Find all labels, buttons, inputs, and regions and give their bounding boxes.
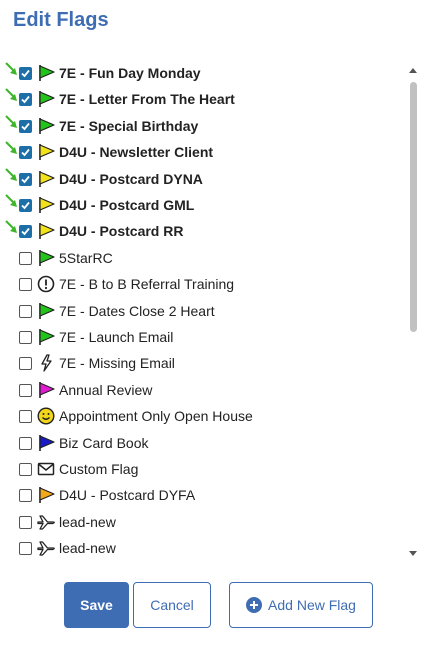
flag-label: D4U - Postcard GML xyxy=(59,197,195,213)
dialog-title: Edit Flags xyxy=(13,9,109,31)
flag-checkbox[interactable] xyxy=(19,172,32,186)
flag-row[interactable]: 7E - Missing Email xyxy=(0,351,405,377)
flag-row[interactable]: 7E - Dates Close 2 Heart xyxy=(0,299,405,325)
flag-checkbox[interactable] xyxy=(19,225,32,239)
flag-label: 7E - Missing Email xyxy=(59,355,175,372)
flag-row[interactable]: 7E - Launch Email xyxy=(0,325,405,351)
airplane-icon xyxy=(37,539,57,557)
add-new-flag-label: Add New Flag xyxy=(268,597,356,613)
exclamation-circle-icon xyxy=(37,275,57,293)
flag-icon xyxy=(37,64,57,82)
flag-icon xyxy=(37,249,57,267)
flag-label: D4U - Postcard DYFA xyxy=(59,487,196,504)
flag-row[interactable]: 7E - Special Birthday xyxy=(0,114,405,140)
flag-checkbox[interactable] xyxy=(19,304,32,318)
flag-checkbox[interactable] xyxy=(19,93,32,107)
flag-label: 7E - Dates Close 2 Heart xyxy=(59,302,215,319)
flag-icon xyxy=(37,328,57,346)
scrollbar-thumb[interactable] xyxy=(410,82,417,332)
flag-row[interactable]: 7E - Letter From The Heart xyxy=(0,87,405,113)
flag-icon xyxy=(37,170,57,188)
flag-label: D4U - Postcard RR xyxy=(59,223,184,240)
flag-row[interactable]: D4U - Postcard RR xyxy=(0,219,405,245)
flag-icon xyxy=(37,143,57,161)
flag-row[interactable]: Custom Flag xyxy=(0,457,405,483)
flag-checkbox[interactable] xyxy=(19,515,32,529)
flag-label: D4U - Postcard DYNA xyxy=(59,170,203,187)
flag-checkbox[interactable] xyxy=(19,383,32,397)
flag-label: 7E - Launch Email xyxy=(59,329,174,345)
flag-checkbox[interactable] xyxy=(19,251,32,265)
flag-row[interactable]: 7E - Fun Day Monday xyxy=(0,61,405,87)
flag-checkbox[interactable] xyxy=(19,146,32,160)
smiley-icon xyxy=(37,407,57,425)
airplane-icon xyxy=(37,513,57,531)
flag-checkbox[interactable] xyxy=(19,331,32,344)
flag-checkbox[interactable] xyxy=(19,119,32,133)
flag-label: Custom Flag xyxy=(59,461,139,477)
flag-checkbox[interactable] xyxy=(19,410,32,424)
flag-label: lead-new xyxy=(59,513,116,530)
cancel-button[interactable]: Cancel xyxy=(133,582,211,628)
flag-checkbox[interactable] xyxy=(19,199,32,212)
flag-row[interactable]: lead-new xyxy=(0,536,405,562)
flag-checkbox[interactable] xyxy=(19,357,32,371)
flag-label: D4U - Newsletter Client xyxy=(59,144,214,161)
flag-label: 5StarRC xyxy=(59,249,113,266)
flag-row[interactable]: Biz Card Book xyxy=(0,431,405,457)
flag-checkbox[interactable] xyxy=(19,67,32,80)
flag-row[interactable]: D4U - Newsletter Client xyxy=(0,140,405,166)
flag-label: Appointment Only Open House xyxy=(59,408,253,425)
flag-label: 7E - Letter From The Heart xyxy=(59,91,235,108)
flag-icon xyxy=(37,196,57,214)
save-button[interactable]: Save xyxy=(64,582,129,628)
flag-label: lead-new xyxy=(59,540,116,557)
flag-label: 7E - B to B Referral Training xyxy=(59,276,235,293)
flag-checkbox[interactable] xyxy=(19,436,32,450)
flag-checkbox[interactable] xyxy=(19,542,32,556)
flag-icon xyxy=(37,90,57,108)
flag-row[interactable]: D4U - Postcard GML xyxy=(0,193,405,219)
flag-icon xyxy=(37,486,57,504)
flag-row[interactable]: D4U - Postcard DYFA xyxy=(0,483,405,509)
flag-checkbox[interactable] xyxy=(19,489,32,503)
flag-row[interactable]: Appointment Only Open House xyxy=(0,404,405,430)
flag-row[interactable]: 5StarRC xyxy=(0,246,405,272)
flag-icon xyxy=(37,222,57,240)
flag-label: 7E - Fun Day Monday xyxy=(59,65,201,81)
flag-list: 7E - Fun Day Monday 7E - Letter From The … xyxy=(0,61,405,561)
flag-row[interactable]: D4U - Postcard DYNA xyxy=(0,167,405,193)
flag-row[interactable]: 7E - B to B Referral Training xyxy=(0,272,405,298)
flag-icon xyxy=(37,117,57,135)
flag-label: Biz Card Book xyxy=(59,434,149,451)
scrollbar[interactable] xyxy=(407,66,419,558)
scroll-down-arrow-icon[interactable] xyxy=(408,548,418,558)
add-new-flag-button[interactable]: Add New Flag xyxy=(229,582,373,628)
flag-row[interactable]: lead-new xyxy=(0,510,405,536)
flag-checkbox[interactable] xyxy=(19,278,32,292)
envelope-icon xyxy=(37,460,57,478)
flag-icon xyxy=(37,302,57,320)
flag-icon xyxy=(37,434,57,452)
flag-label: 7E - Special Birthday xyxy=(59,117,199,134)
flag-icon xyxy=(37,381,57,399)
lightning-bolt-icon xyxy=(37,354,57,373)
flag-checkbox[interactable] xyxy=(19,463,32,476)
flag-label: Annual Review xyxy=(59,381,153,398)
plus-circle-icon xyxy=(246,597,263,613)
scroll-up-arrow-icon[interactable] xyxy=(408,66,418,76)
flag-row[interactable]: Annual Review xyxy=(0,378,405,404)
